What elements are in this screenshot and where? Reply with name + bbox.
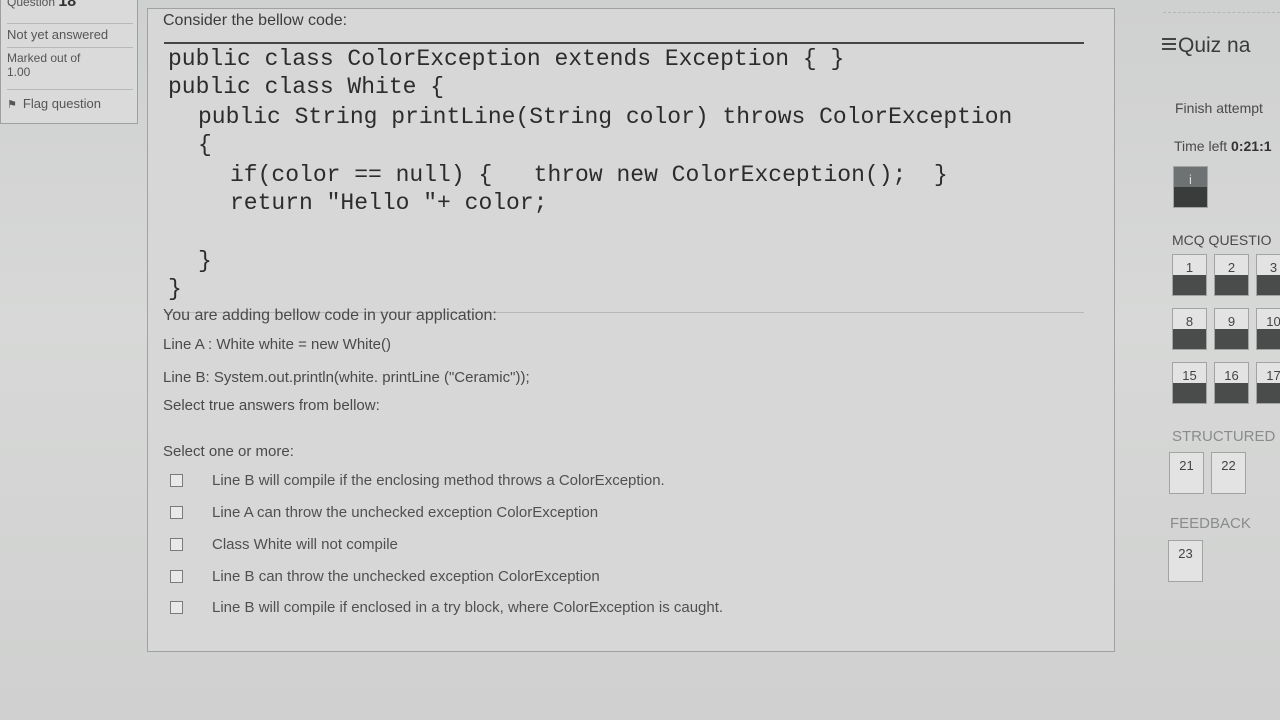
code-line: public class White {	[168, 74, 445, 100]
code-line: if(color == null) { throw new ColorExcep…	[230, 162, 948, 188]
nav-question[interactable]: 3	[1256, 254, 1280, 296]
flag-question-link[interactable]: ⚑ Flag question	[7, 89, 133, 111]
question-status: Not yet answered	[7, 23, 133, 42]
nav-divider	[1163, 12, 1280, 13]
answer-option[interactable]: Class White will not compile	[170, 534, 870, 554]
code-line: }	[198, 248, 212, 274]
section-mcq: MCQ QUESTIO	[1172, 232, 1272, 248]
code-block: public class ColorException extends Exce…	[164, 42, 1084, 313]
option-label: Line B will compile if the enclosing met…	[212, 471, 665, 489]
nav-question[interactable]: 21	[1169, 452, 1204, 494]
nav-question[interactable]: 9	[1214, 308, 1249, 350]
line-b-text: Line B: System.out.println(white. printL…	[163, 369, 530, 386]
time-left: Time left 0:21:1	[1174, 138, 1272, 154]
option-checkbox[interactable]	[170, 569, 183, 583]
nav-question[interactable]: 16	[1214, 362, 1249, 404]
nav-question[interactable]: 15	[1172, 362, 1207, 404]
nav-question[interactable]: 17	[1256, 362, 1280, 404]
option-checkbox[interactable]	[170, 473, 183, 487]
question-info-panel: Question 18 Not yet answered Marked out …	[0, 0, 138, 124]
line-a-text: Line A : White white = new White()	[163, 336, 392, 353]
nav-question[interactable]: 8	[1172, 308, 1207, 350]
option-label: Class White will not compile	[212, 535, 398, 553]
question-content: Consider the bellow code: public class C…	[147, 8, 1115, 652]
select-label: Select one or more:	[163, 443, 294, 460]
section-structured: STRUCTURED	[1172, 428, 1276, 445]
nav-title: Quiz na	[1178, 34, 1251, 57]
nav-question[interactable]: 23	[1168, 540, 1203, 582]
quiz-navigation: Quiz na Finish attempt Time left 0:21:1 …	[1160, 0, 1280, 720]
answer-option[interactable]: Line B can throw the unchecked exception…	[170, 566, 870, 586]
option-checkbox[interactable]	[170, 600, 183, 614]
instruction-text: Select true answers from bellow:	[163, 397, 380, 414]
finish-attempt-link[interactable]: Finish attempt	[1175, 100, 1263, 116]
time-left-label: Time left	[1174, 138, 1228, 154]
code-line: }	[168, 276, 182, 302]
option-checkbox[interactable]	[170, 537, 183, 551]
flag-question-label: Flag question	[22, 96, 101, 111]
code-line: return "Hello "+ color;	[230, 190, 548, 216]
menu-icon[interactable]	[1162, 38, 1176, 51]
nav-question-current[interactable]: i	[1173, 166, 1208, 208]
code-line: public class ColorException extends Exce…	[168, 46, 845, 72]
answer-option[interactable]: Line B will compile if the enclosing met…	[170, 470, 870, 490]
option-label: Line B can throw the unchecked exception…	[212, 567, 600, 585]
nav-question-number: i	[1189, 172, 1192, 187]
question-prompt: Consider the bellow code:	[163, 12, 348, 29]
option-label: Line B will compile if enclosed in a try…	[212, 598, 724, 616]
answer-option[interactable]: Line A can throw the unchecked exception…	[170, 502, 870, 522]
answer-option[interactable]: Line B will compile if enclosed in a try…	[170, 597, 870, 617]
question-number-value: 18	[58, 0, 77, 10]
option-checkbox[interactable]	[170, 505, 183, 519]
marked-out-of-label: Marked out of	[7, 51, 81, 65]
question-marks: Marked out of 1.00	[7, 47, 133, 79]
nav-question[interactable]: 2	[1214, 254, 1249, 296]
question-label: Question	[7, 0, 56, 9]
code-line: public String printLine(String color) th…	[198, 104, 1013, 130]
question-number: Question 18	[7, 0, 76, 11]
option-label: Line A can throw the unchecked exception…	[212, 503, 599, 521]
nav-question[interactable]: 10	[1256, 308, 1280, 350]
section-feedback: FEEDBACK	[1170, 515, 1251, 532]
flag-icon: ⚑	[7, 99, 17, 111]
time-left-value: 0:21:1	[1231, 138, 1272, 154]
marks-value: 1.00	[7, 65, 31, 79]
nav-question[interactable]: 22	[1211, 452, 1246, 494]
question-intro: You are adding bellow code in your appli…	[163, 307, 497, 324]
code-line: {	[198, 132, 212, 158]
nav-question[interactable]: 1	[1172, 254, 1207, 296]
